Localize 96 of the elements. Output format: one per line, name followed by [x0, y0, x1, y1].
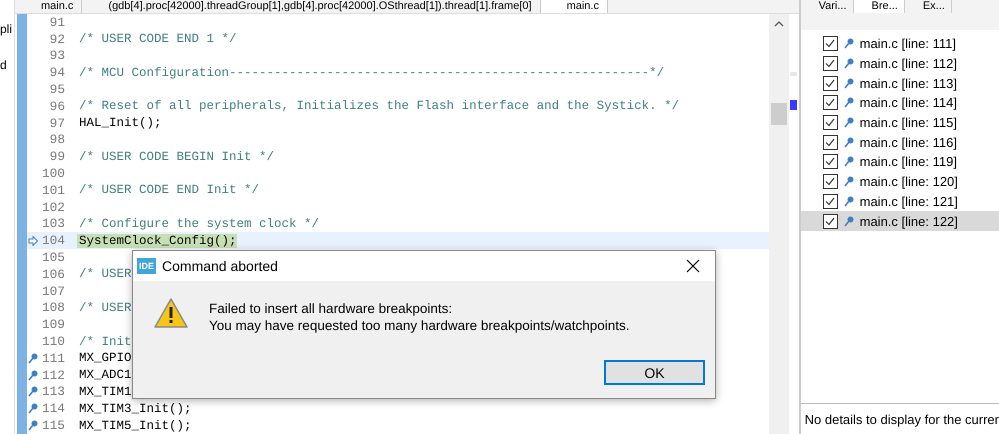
checkbox[interactable] [822, 76, 838, 91]
breakpoint-item[interactable]: main.c [line: 119] [800, 152, 999, 172]
close-icon [686, 259, 700, 273]
checkmark-icon [825, 157, 836, 166]
line-number: 111 [40, 350, 65, 366]
breakpoint-icon [844, 97, 854, 108]
code-comment: /* USER CODE BEGIN Init */ [78, 150, 274, 164]
checkmark-icon [825, 216, 836, 226]
line-number: 103 [40, 216, 65, 232]
checkbox[interactable] [822, 36, 838, 52]
code-line: HAL_Init(); [78, 116, 162, 130]
line-number: 97 [48, 116, 65, 131]
code-line: MX_TIM1 [78, 384, 132, 399]
app-badge: IDE [137, 258, 156, 274]
code-comment: /* USER [78, 267, 132, 282]
code-line: MX_TIM5_Init(); [78, 418, 192, 433]
breakpoint-icon [844, 58, 854, 70]
checkbox[interactable] [822, 95, 838, 110]
ok-button[interactable]: OK [604, 360, 705, 385]
line-number: 105 [40, 250, 65, 266]
line-number: 114 [40, 401, 65, 416]
code-comment: /* Reset of all peripherals, Initializes the Flash interface and the Systick. */ [78, 99, 680, 114]
breakpoint-icon [844, 196, 854, 207]
line-number: 107 [40, 284, 65, 299]
line-number: 110 [40, 334, 65, 350]
editor-tab[interactable]: main.c [540, 0, 608, 13]
breakpoint-item[interactable]: main.c [line: 114] [800, 93, 999, 113]
code-comment: /* USER CODE END 1 */ [78, 32, 237, 46]
line-number: 106 [40, 266, 65, 282]
breakpoint-icon [844, 176, 854, 188]
checkbox[interactable] [822, 56, 838, 72]
checkbox[interactable] [822, 154, 838, 170]
checkbox[interactable] [822, 134, 838, 150]
breakpoint-item[interactable]: main.c [line: 111] [800, 34, 999, 54]
panel-text-fragment: pli [0, 22, 14, 36]
code-line: MX_GPIO [78, 351, 132, 366]
code-comment: /* Configure the system clock */ [78, 216, 320, 231]
breakpoint-item[interactable]: main.c [line: 121] [800, 192, 999, 212]
line-number: 99 [48, 149, 65, 164]
checkmark-icon [825, 39, 836, 48]
breakpoint-icon [844, 156, 854, 168]
code-comment: /* Init [78, 334, 132, 349]
dialog-message: Failed to insert all hardware breakpoints: [209, 301, 454, 316]
code-comment: /* USER CODE END Init */ [78, 183, 260, 198]
code-line: MX_TIM3_Init(); [78, 402, 192, 416]
line-number: 113 [40, 384, 65, 400]
line-number: 91 [48, 14, 65, 30]
checkbox[interactable] [822, 115, 838, 130]
dialog-title: Command aborted [162, 258, 279, 274]
line-number: 102 [40, 200, 65, 215]
dialog-message: You may have requested too many hardware breakpoints/watchpoints. [209, 318, 630, 333]
breakpoint-icon [844, 117, 854, 128]
code-line: MX_ADC1 [78, 368, 132, 382]
checkmark-icon [825, 177, 836, 186]
breakpoint-item[interactable]: main.c [line: 112] [800, 54, 999, 74]
overview-marker [790, 100, 798, 110]
checkmark-icon [825, 98, 836, 108]
line-number: 93 [48, 48, 65, 64]
breakpoint-icon [844, 78, 854, 89]
vertical-scrollbar[interactable] [768, 14, 789, 434]
line-number: 109 [40, 317, 65, 332]
checkmark-icon [825, 118, 836, 128]
breakpoint-icon [844, 216, 854, 227]
panel-text-fragment: d [0, 58, 8, 72]
line-number: 100 [40, 166, 65, 182]
line-number: 108 [40, 300, 65, 316]
view-tab[interactable]: Bre... [854, 0, 905, 13]
scrollbar-thumb[interactable] [770, 103, 787, 125]
breakpoint-item[interactable]: main.c [line: 116] [800, 132, 999, 152]
line-number: 92 [48, 32, 65, 47]
breakpoint-icon [844, 136, 854, 148]
checkbox[interactable] [822, 214, 838, 229]
code-comment: /* MCU Configuration--------------------------------------------------------*/ [78, 66, 664, 80]
checkmark-icon [825, 138, 836, 147]
checkbox[interactable] [822, 174, 838, 190]
breakpoint-item[interactable]: main.c [line: 122] [800, 211, 999, 231]
line-number: 98 [48, 132, 65, 148]
line-number: 104 [40, 233, 65, 248]
line-number: 96 [48, 98, 65, 114]
checkbox[interactable] [822, 194, 838, 209]
checkmark-icon [825, 59, 836, 68]
line-number: 94 [48, 65, 65, 80]
code-comment: /* USER [78, 300, 132, 315]
checkmark-icon [825, 196, 836, 206]
scroll-up-icon[interactable] [774, 20, 784, 28]
breakpoint-icon [844, 38, 854, 50]
line-number: 112 [40, 368, 65, 383]
line-number: 115 [40, 418, 65, 434]
line-number: 101 [40, 182, 65, 198]
breakpoint-item[interactable]: main.c [line: 113] [800, 73, 999, 94]
details-text: No details to display for the currer [804, 412, 999, 426]
checkmark-icon [825, 78, 836, 88]
breakpoint-item[interactable]: main.c [line: 115] [800, 112, 999, 132]
line-number: 95 [48, 82, 65, 98]
breakpoint-item[interactable]: main.c [line: 120] [800, 172, 999, 192]
warning-icon [153, 297, 189, 329]
